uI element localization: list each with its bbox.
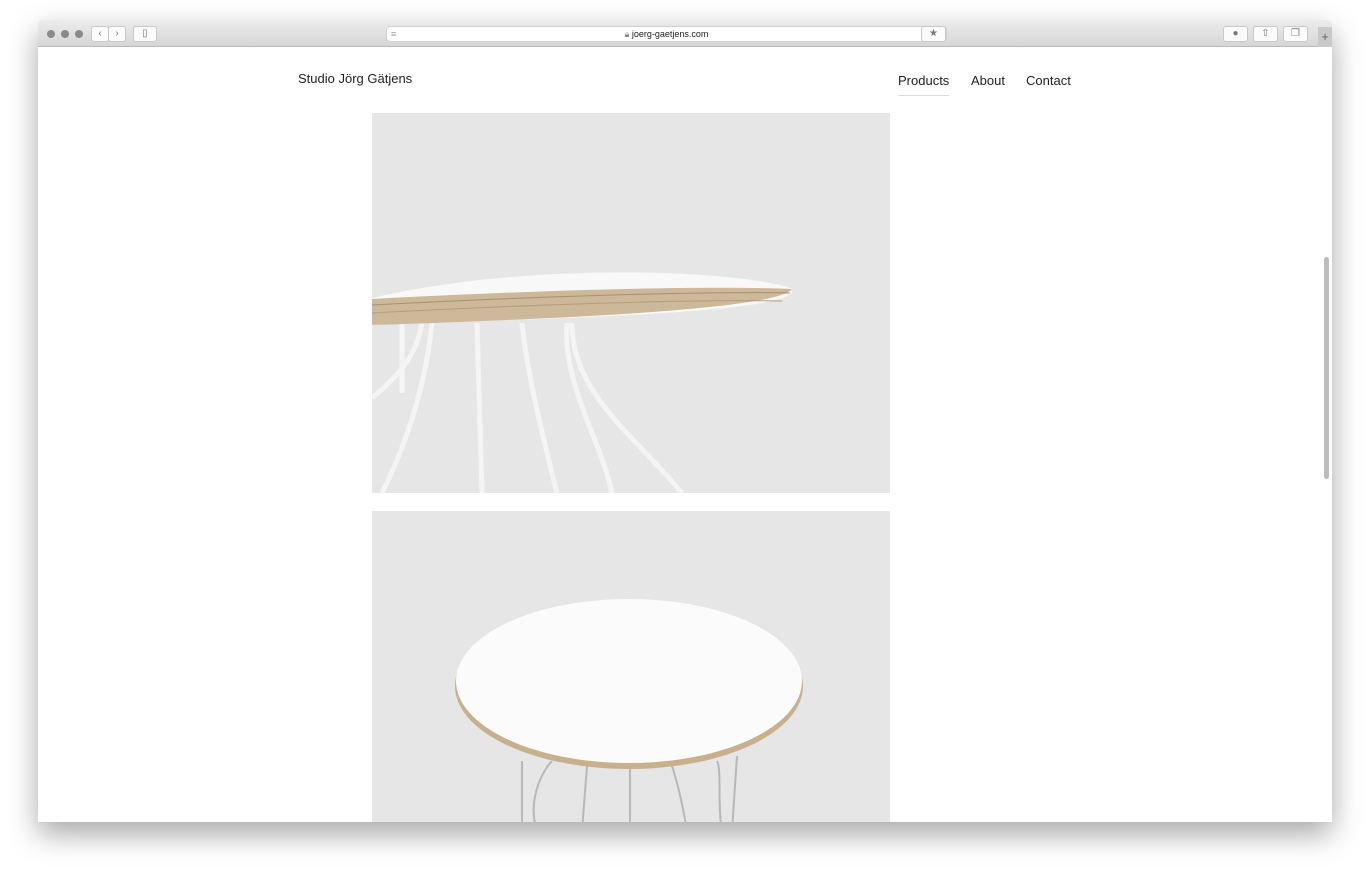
- back-button[interactable]: ‹: [91, 26, 109, 42]
- url-text: joerg-gaetjens.com: [631, 29, 709, 39]
- browser-window: ‹ › ▯ ≡ 🔒︎ joerg-gaetjens.com ↻ ★ ● ⇧ ❐ …: [38, 20, 1332, 822]
- browser-toolbar: ‹ › ▯ ≡ 🔒︎ joerg-gaetjens.com ↻ ★ ● ⇧ ❐ …: [38, 20, 1332, 47]
- bookmark-star-button[interactable]: ★: [921, 26, 946, 42]
- nav-contact[interactable]: Contact: [1026, 73, 1071, 88]
- scrollbar[interactable]: [1324, 257, 1329, 479]
- tabs-icon[interactable]: ❐: [1283, 26, 1308, 42]
- web-page: Studio Jörg Gätjens Products About Conta…: [38, 47, 1332, 822]
- product-image-table-side[interactable]: [372, 113, 890, 493]
- reader-icon[interactable]: ≡: [391, 27, 396, 42]
- site-logo[interactable]: Studio Jörg Gätjens: [298, 71, 412, 86]
- product-image-table-top[interactable]: [372, 511, 890, 822]
- download-icon[interactable]: ●: [1223, 26, 1248, 42]
- table-side-illustration: [372, 113, 890, 493]
- address-bar[interactable]: ≡ 🔒︎ joerg-gaetjens.com ↻: [386, 26, 947, 42]
- minimize-window-button[interactable]: [61, 30, 69, 38]
- nav-about[interactable]: About: [971, 73, 1005, 88]
- share-icon[interactable]: ⇧: [1253, 26, 1278, 42]
- lock-icon: 🔒︎: [624, 29, 630, 39]
- sidebar-icon[interactable]: ▯: [133, 26, 157, 42]
- table-top-illustration: [372, 511, 890, 822]
- nav-products[interactable]: Products: [898, 73, 950, 96]
- close-window-button[interactable]: [47, 30, 55, 38]
- new-tab-button[interactable]: +: [1318, 27, 1332, 47]
- zoom-window-button[interactable]: [75, 30, 83, 38]
- forward-button[interactable]: ›: [108, 26, 126, 42]
